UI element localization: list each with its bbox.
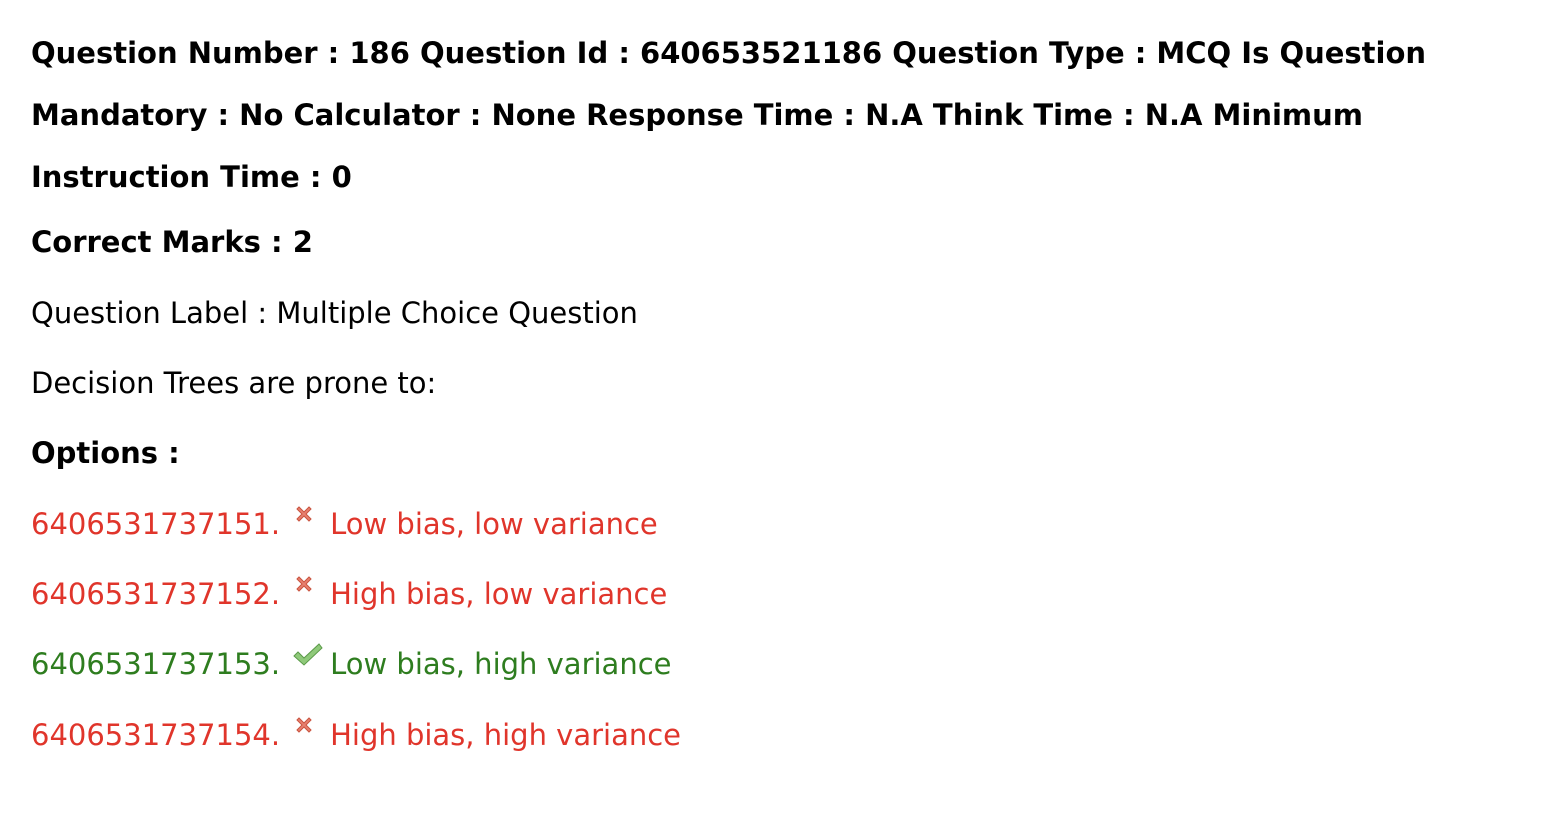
option-text: Low bias, high variance	[330, 647, 672, 681]
option-1: 6406531737151. Low bias, low variance	[31, 504, 658, 544]
cross-icon	[288, 715, 328, 755]
question-metadata-header: Question Number : 186 Question Id : 6406…	[31, 36, 1427, 194]
option-id: 6406531737152.	[31, 577, 281, 611]
option-2: 6406531737152. High bias, low variance	[31, 574, 667, 614]
check-icon	[288, 643, 328, 684]
option-id: 6406531737151.	[31, 507, 281, 541]
question-page: Question Number : 186 Question Id : 6406…	[0, 0, 1548, 834]
correct-marks: Correct Marks : 2	[31, 225, 313, 259]
option-3: 6406531737153. Low bias, high variance	[31, 643, 672, 684]
options-heading: Options :	[31, 436, 180, 470]
cross-icon	[288, 574, 328, 614]
option-4: 6406531737154. High bias, high variance	[31, 715, 681, 755]
option-id: 6406531737154.	[31, 718, 281, 752]
option-text: High bias, high variance	[330, 718, 682, 752]
option-text: Low bias, low variance	[330, 507, 658, 541]
question-text: Decision Trees are prone to:	[31, 366, 437, 400]
option-id: 6406531737153.	[31, 647, 281, 681]
question-label: Question Label : Multiple Choice Questio…	[31, 296, 638, 330]
cross-icon	[288, 504, 328, 544]
option-text: High bias, low variance	[330, 577, 668, 611]
